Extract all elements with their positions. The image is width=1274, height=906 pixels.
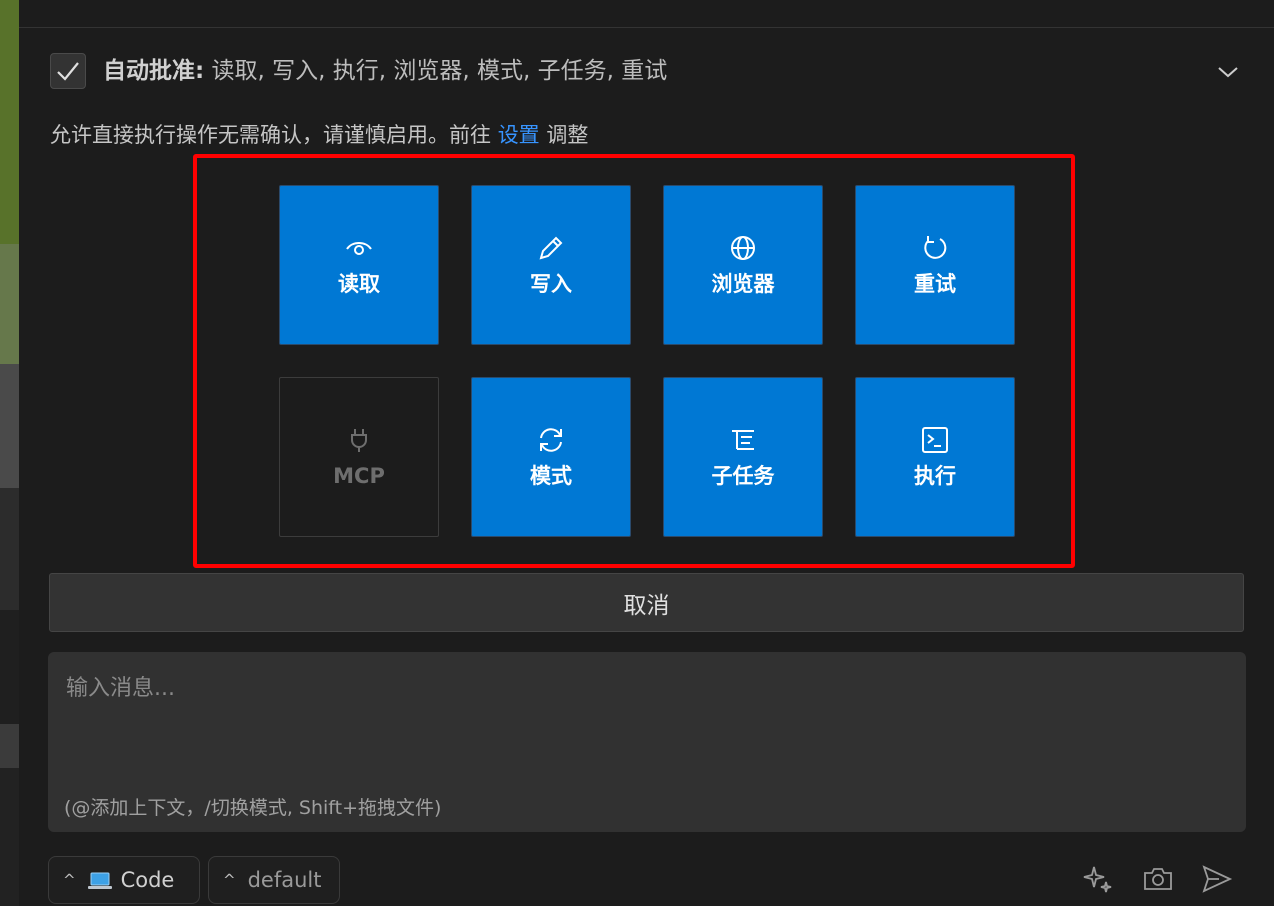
settings-link[interactable]: 设置	[498, 123, 540, 147]
chat-panel: 自动批准: 读取, 写入, 执行, 浏览器, 模式, 子任务, 重试 允许直接执…	[0, 0, 1274, 906]
terminal-icon	[920, 425, 950, 455]
message-input-hint: (@添加上下文，/切换模式, Shift+拖拽文件)	[64, 797, 442, 819]
profile-label: default	[247, 868, 322, 892]
chevron-up-icon: ^	[63, 871, 76, 889]
tile-write[interactable]: 写入	[471, 185, 631, 345]
refresh-icon	[920, 233, 950, 263]
auto-approve-header[interactable]: 自动批准: 读取, 写入, 执行, 浏览器, 模式, 子任务, 重试	[103, 56, 667, 86]
mode-selector[interactable]: ^ Code	[48, 856, 200, 904]
chevron-down-icon[interactable]	[1214, 60, 1242, 84]
tile-retry[interactable]: 重试	[855, 185, 1015, 345]
auto-approve-items: 读取, 写入, 执行, 浏览器, 模式, 子任务, 重试	[204, 58, 668, 84]
profile-selector[interactable]: ^ default	[208, 856, 340, 904]
eye-icon	[344, 233, 374, 263]
tile-mcp[interactable]: MCP	[279, 377, 439, 537]
message-input[interactable]: 输入消息... (@添加上下文，/切换模式, Shift+拖拽文件)	[48, 652, 1246, 832]
list-tree-icon	[728, 425, 758, 455]
checkmark-icon	[57, 62, 79, 81]
tile-subtask[interactable]: 子任务	[663, 377, 823, 537]
tile-label: 重试	[914, 272, 956, 296]
tile-label: MCP	[333, 464, 385, 488]
tile-execute[interactable]: 执行	[855, 377, 1015, 537]
camera-icon[interactable]	[1141, 862, 1175, 896]
top-divider	[19, 27, 1274, 28]
sync-icon	[536, 425, 566, 455]
cancel-button[interactable]: 取消	[49, 573, 1244, 632]
chevron-up-icon: ^	[223, 871, 236, 889]
auto-approve-checkbox[interactable]	[50, 53, 86, 89]
tile-label: 模式	[530, 464, 572, 488]
tile-mode[interactable]: 模式	[471, 377, 631, 537]
auto-approve-description: 允许直接执行操作无需确认，请谨慎启用。前往 设置 调整	[50, 123, 589, 147]
tile-label: 执行	[914, 464, 956, 488]
mode-label: Code	[120, 868, 175, 892]
left-edge-strip	[0, 0, 19, 906]
sparkle-icon[interactable]	[1081, 862, 1115, 896]
tile-label: 读取	[338, 272, 380, 296]
tile-label: 写入	[530, 272, 572, 296]
globe-icon	[728, 233, 758, 263]
send-icon[interactable]	[1200, 862, 1234, 896]
message-input-placeholder: 输入消息...	[66, 676, 175, 701]
plug-icon	[344, 425, 374, 455]
pencil-icon	[536, 233, 566, 263]
laptop-icon	[87, 871, 112, 889]
tile-label: 子任务	[711, 464, 775, 488]
tile-label: 浏览器	[711, 272, 775, 296]
auto-approve-label: 自动批准:	[103, 58, 205, 84]
tile-read[interactable]: 读取	[279, 185, 439, 345]
tile-browser[interactable]: 浏览器	[663, 185, 823, 345]
